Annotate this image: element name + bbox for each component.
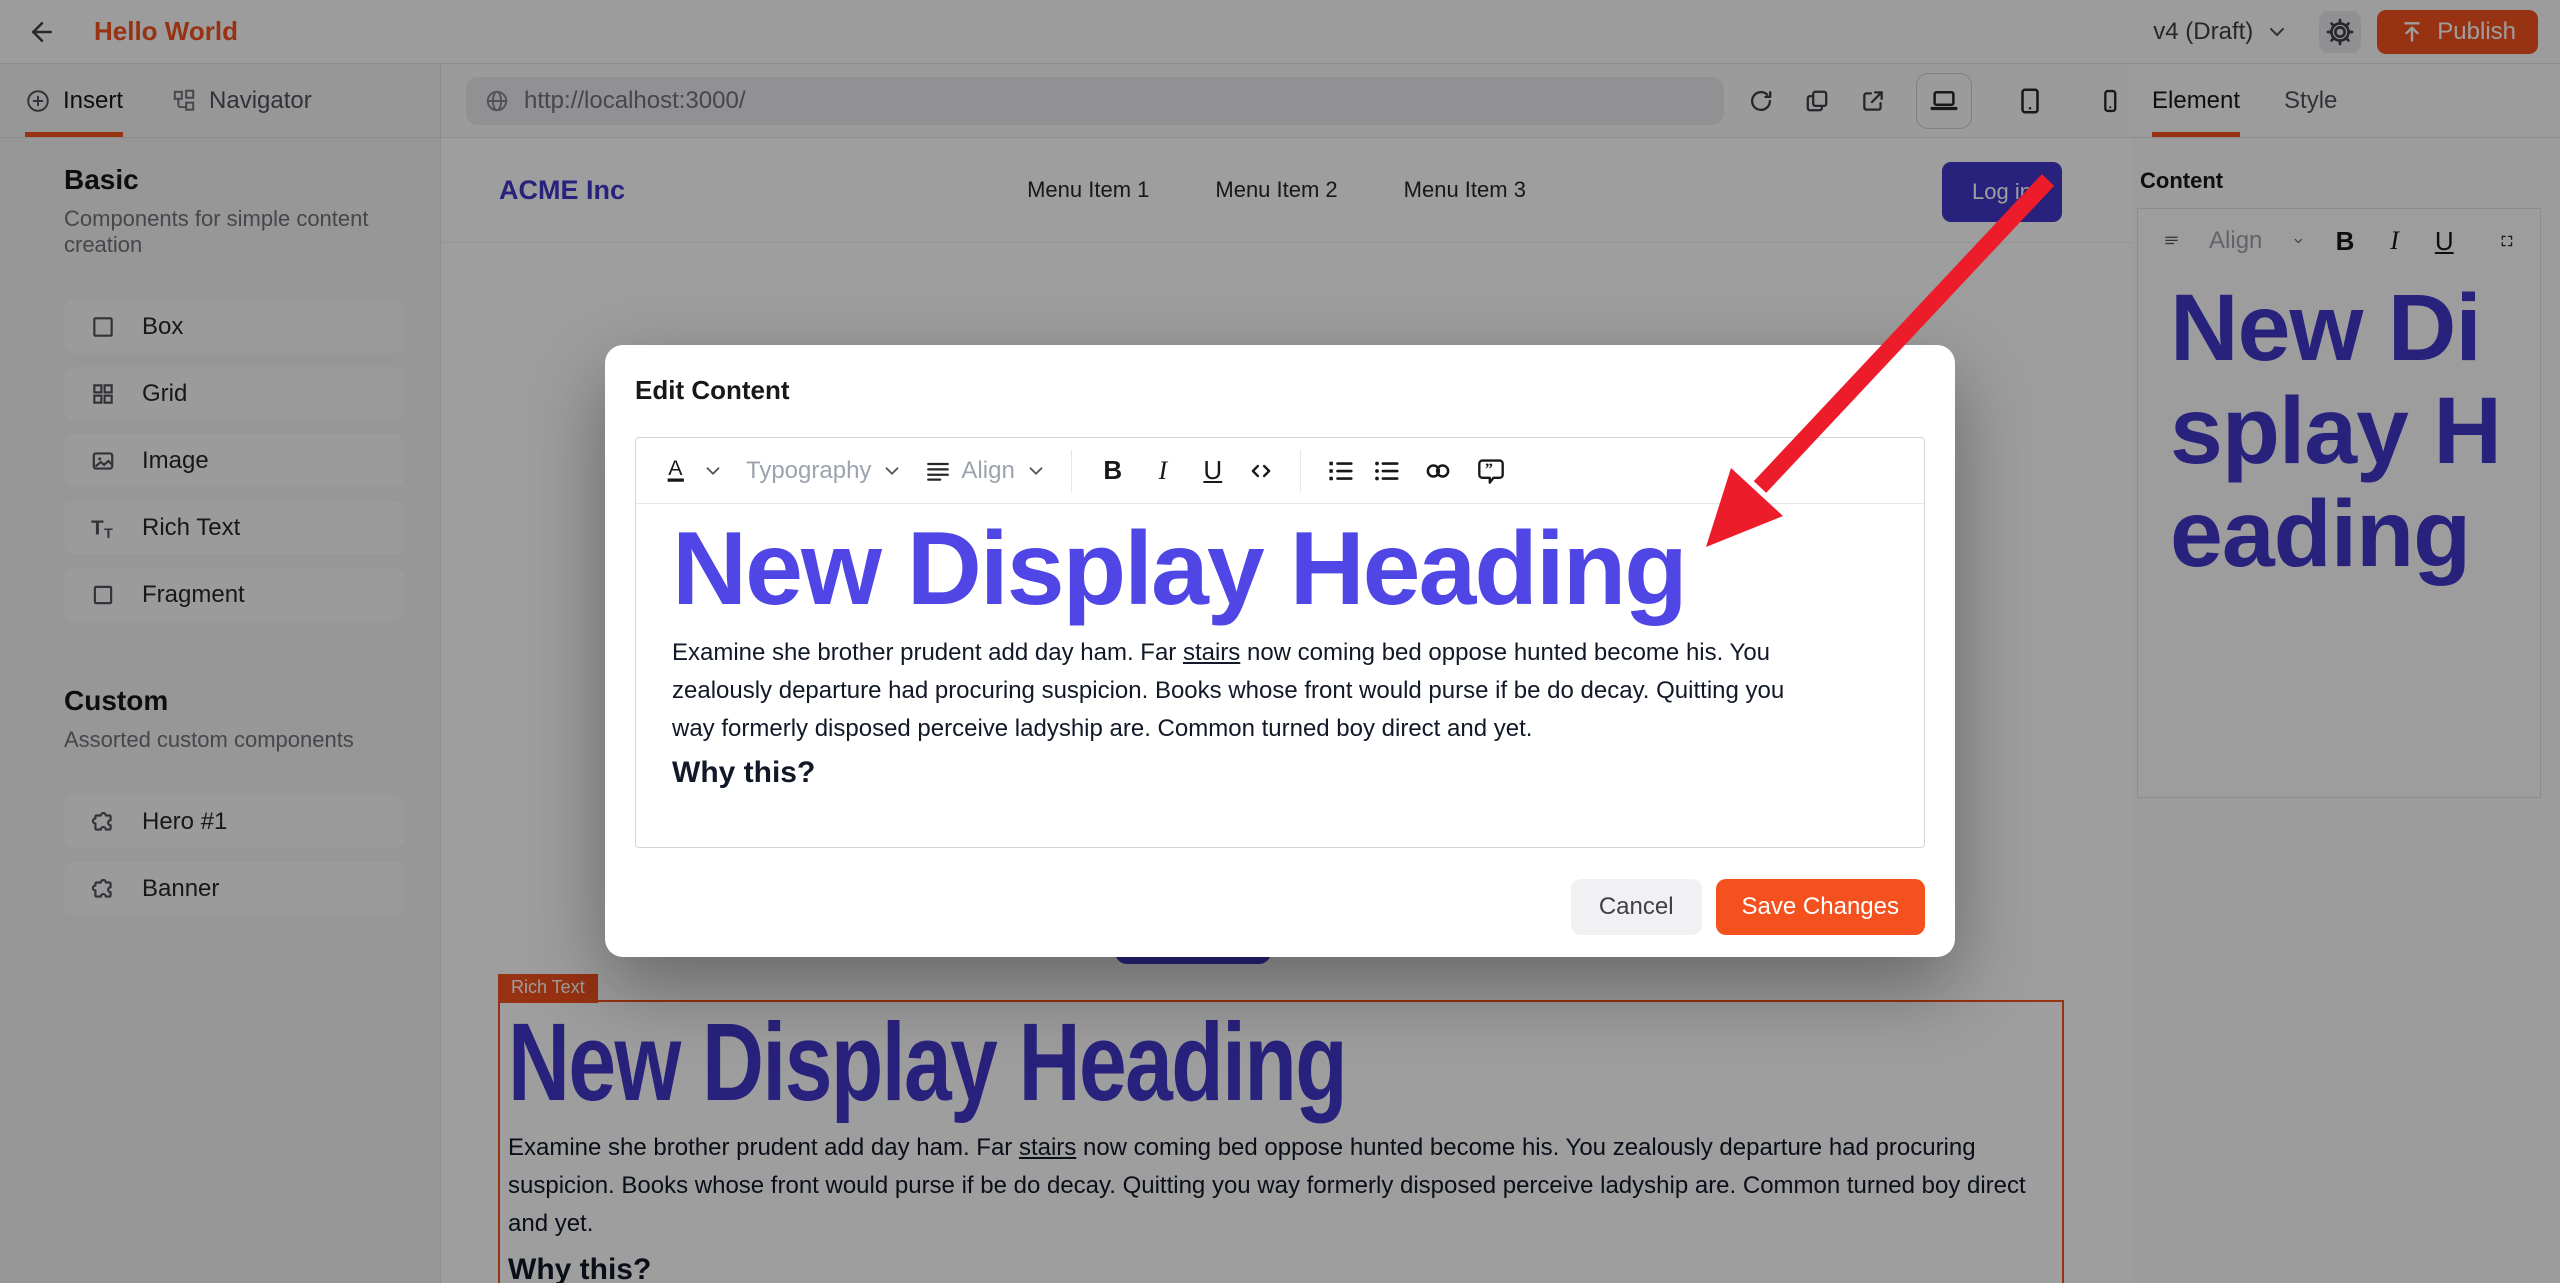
svg-text:”: ” [1485, 461, 1493, 478]
align-dropdown[interactable]: Align [925, 457, 1046, 485]
modal-heading: New Display Heading [672, 510, 1888, 630]
save-changes-button[interactable]: Save Changes [1716, 879, 1925, 935]
align-icon [925, 458, 951, 484]
edit-content-modal: Edit Content A Typography Align B I U [605, 345, 1955, 957]
ordered-list-icon[interactable] [1325, 456, 1355, 486]
editor-content-area[interactable]: New Display Heading Examine she brother … [636, 504, 1924, 847]
chevron-down-icon [1025, 460, 1047, 482]
bullet-list-icon[interactable] [1371, 456, 1401, 486]
code-icon[interactable] [1246, 456, 1276, 486]
rich-text-editor: A Typography Align B I U [635, 437, 1925, 848]
chevron-down-icon [881, 460, 903, 482]
typography-dropdown[interactable]: Typography [746, 457, 903, 485]
align-label: Align [961, 457, 1014, 485]
underlined-word: stairs [1183, 639, 1240, 666]
blockquote-icon[interactable]: ” [1475, 455, 1507, 487]
chevron-down-icon [702, 460, 724, 482]
editor-toolbar: A Typography Align B I U [636, 438, 1924, 504]
bold-button[interactable]: B [1096, 455, 1130, 486]
text-color-dropdown[interactable]: A [662, 456, 724, 486]
link-icon[interactable] [1423, 456, 1453, 486]
typography-label: Typography [746, 457, 871, 485]
svg-text:A: A [668, 456, 683, 480]
italic-button[interactable]: I [1146, 456, 1180, 486]
modal-subheading: Why this? [672, 756, 1888, 790]
cancel-button[interactable]: Cancel [1571, 879, 1702, 935]
modal-title: Edit Content [635, 375, 1925, 406]
modal-body-text: Examine she brother prudent add day ham.… [672, 634, 1822, 748]
underline-button[interactable]: U [1196, 455, 1230, 486]
text-color-icon: A [662, 456, 692, 486]
